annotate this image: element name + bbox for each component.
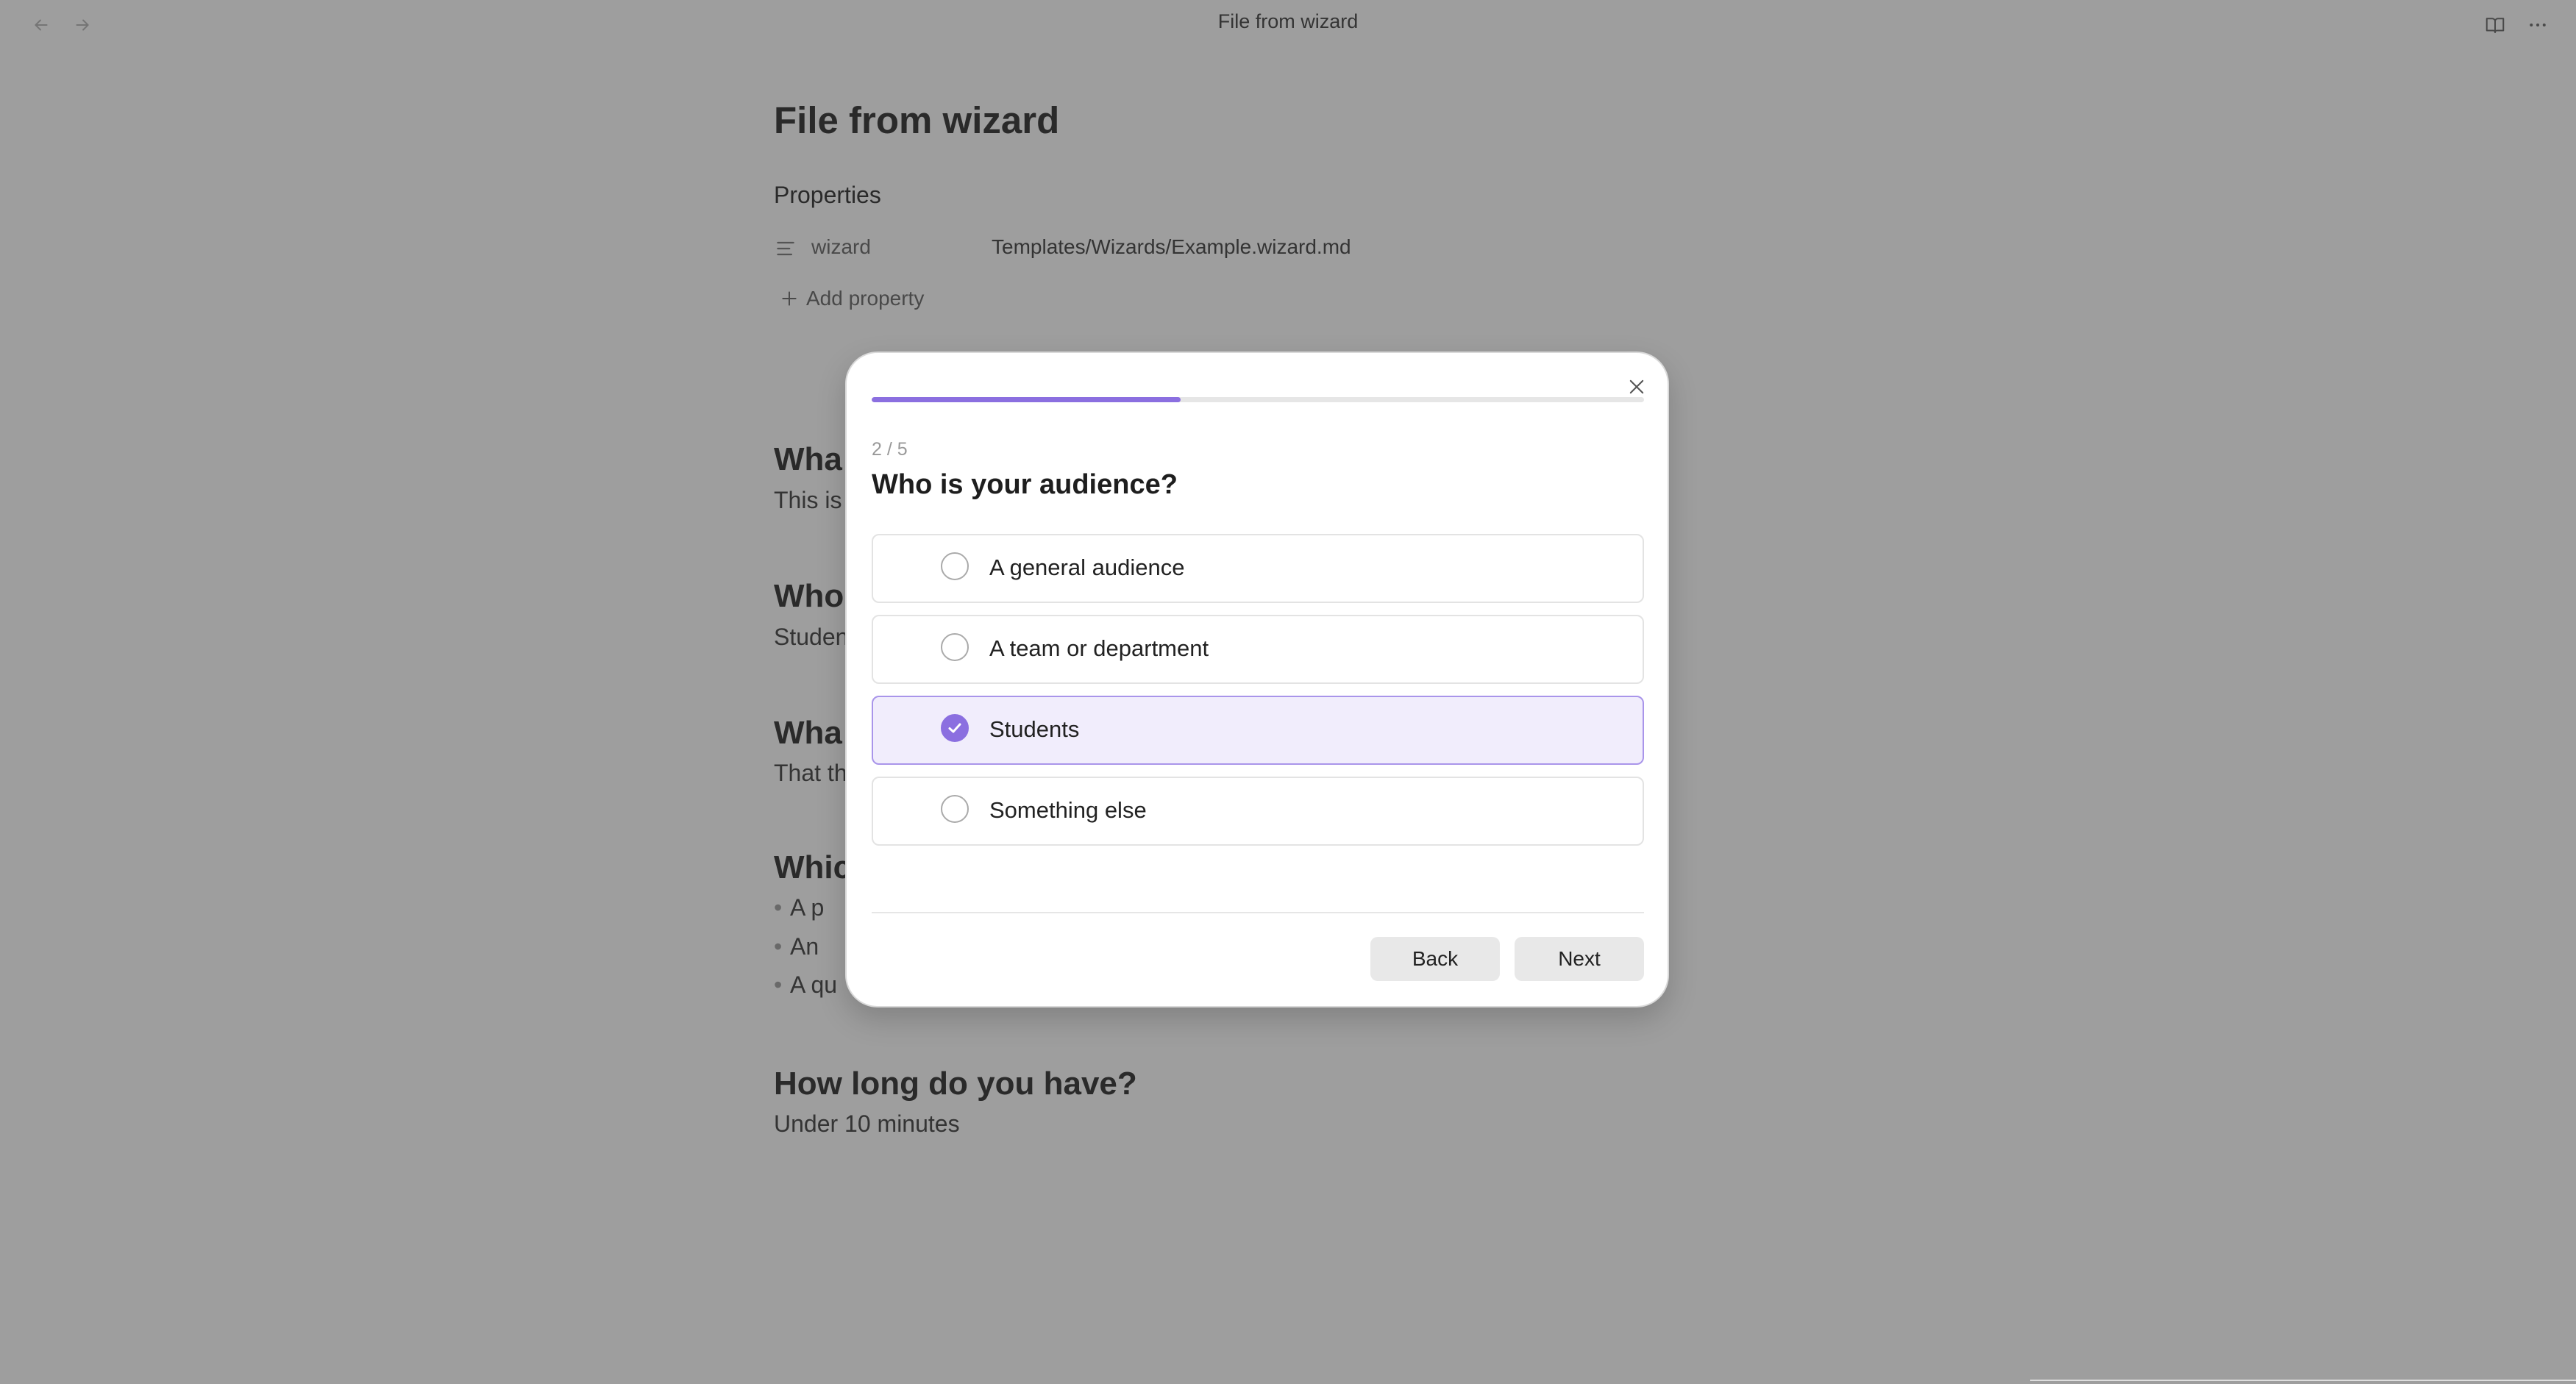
radio-icon[interactable] bbox=[941, 633, 969, 661]
status-divider bbox=[2030, 1380, 2576, 1381]
footer-divider bbox=[872, 912, 1644, 913]
checkmark-icon[interactable] bbox=[941, 714, 969, 742]
wizard-dialog: 2 / 5 Who is your audience? A general au… bbox=[845, 352, 1669, 1007]
progress-bar bbox=[872, 397, 1644, 402]
option-team-or-department[interactable]: A team or department bbox=[872, 615, 1644, 684]
option-label: A general audience bbox=[989, 554, 1185, 580]
option-general-audience[interactable]: A general audience bbox=[872, 534, 1644, 603]
option-students[interactable]: Students bbox=[872, 696, 1644, 765]
progress-fill bbox=[872, 397, 1181, 402]
radio-icon[interactable] bbox=[941, 795, 969, 823]
question-title: Who is your audience? bbox=[872, 469, 1178, 500]
back-button[interactable]: Back bbox=[1370, 937, 1500, 981]
option-label: Something else bbox=[989, 797, 1147, 823]
step-counter: 2 / 5 bbox=[872, 439, 908, 460]
radio-icon[interactable] bbox=[941, 552, 969, 580]
option-label: Students bbox=[989, 716, 1080, 742]
option-label: A team or department bbox=[989, 635, 1209, 661]
next-button[interactable]: Next bbox=[1515, 937, 1644, 981]
option-something-else[interactable]: Something else bbox=[872, 777, 1644, 846]
